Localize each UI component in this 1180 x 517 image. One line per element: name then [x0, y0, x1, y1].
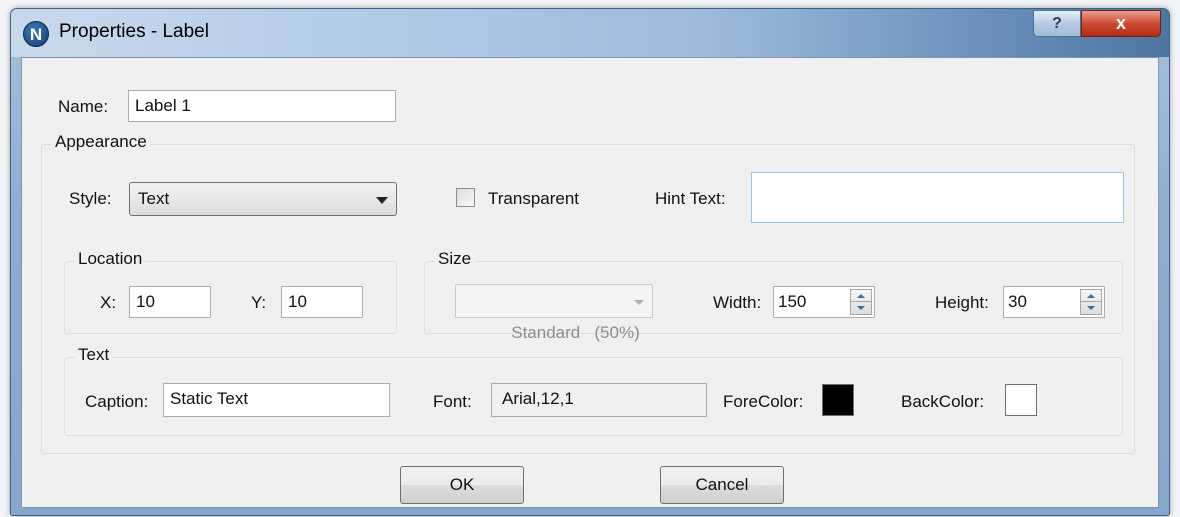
y-input[interactable]: 10	[281, 286, 363, 318]
text-group-title: Text	[75, 345, 113, 365]
height-stepper[interactable]: 30	[1003, 286, 1105, 318]
location-group: Location X: 10 Y: 10	[64, 249, 397, 334]
appearance-group-title: Appearance	[52, 132, 150, 152]
width-value: 150	[778, 292, 807, 311]
text-group: Text Caption: Static Text Font: Arial,12…	[64, 345, 1123, 436]
height-value: 30	[1008, 292, 1027, 311]
spin-down-icon[interactable]	[1081, 302, 1101, 314]
hint-text-label: Hint Text:	[655, 189, 726, 208]
y-label: Y:	[251, 293, 267, 312]
chevron-down-icon	[376, 197, 388, 204]
size-group: Size Standard (50%) Width: 150 Height: 3…	[424, 249, 1123, 342]
transparent-checkbox[interactable]	[456, 188, 475, 207]
spin-up-icon[interactable]	[851, 290, 871, 302]
name-input[interactable]: Label 1	[128, 90, 396, 122]
size-preset-dropdown[interactable]: Standard (50%)	[455, 284, 653, 342]
spin-down-icon[interactable]	[851, 302, 871, 314]
font-field[interactable]: Arial,12,1	[491, 383, 707, 417]
app-logo-icon: N	[23, 21, 49, 47]
font-label: Font:	[433, 392, 472, 411]
hint-text-input[interactable]	[751, 172, 1124, 223]
close-button[interactable]: x	[1081, 10, 1161, 37]
appearance-group: Appearance Style: Text Transparent Hint …	[41, 132, 1135, 454]
name-label: Name:	[58, 97, 109, 116]
location-group-title: Location	[75, 249, 146, 269]
size-group-title: Size	[435, 249, 475, 269]
transparent-label: Transparent	[488, 189, 580, 208]
spin-up-icon[interactable]	[1081, 290, 1101, 302]
style-dropdown-value: Text	[138, 189, 170, 208]
dialog-body: Name: Label 1 Appearance Style: Text Tra…	[21, 57, 1159, 508]
forecolor-label: ForeColor:	[723, 392, 804, 411]
height-label: Height:	[935, 293, 989, 312]
style-dropdown[interactable]: Text	[129, 182, 397, 216]
x-label: X:	[100, 293, 117, 312]
height-spin-buttons[interactable]	[1080, 289, 1102, 315]
forecolor-swatch[interactable]	[822, 384, 854, 416]
cancel-button[interactable]: Cancel	[660, 466, 784, 504]
width-label: Width:	[713, 293, 762, 312]
window-title: Properties - Label	[59, 21, 209, 42]
properties-dialog: N Properties - Label ? x Name: Label 1 A…	[10, 8, 1170, 516]
help-button[interactable]: ?	[1033, 10, 1081, 37]
title-bar[interactable]: N Properties - Label ? x	[11, 9, 1169, 57]
caption-input[interactable]: Static Text	[163, 383, 390, 417]
backcolor-swatch[interactable]	[1005, 384, 1037, 416]
style-label: Style:	[69, 189, 112, 208]
backcolor-label: BackColor:	[901, 392, 985, 411]
caption-label: Caption:	[85, 392, 149, 411]
ok-button[interactable]: OK	[400, 466, 524, 504]
size-preset-value: Standard (50%)	[511, 323, 640, 342]
x-input[interactable]: 10	[129, 286, 211, 318]
chevron-down-icon	[634, 300, 644, 305]
width-spin-buttons[interactable]	[850, 289, 872, 315]
width-stepper[interactable]: 150	[773, 286, 875, 318]
